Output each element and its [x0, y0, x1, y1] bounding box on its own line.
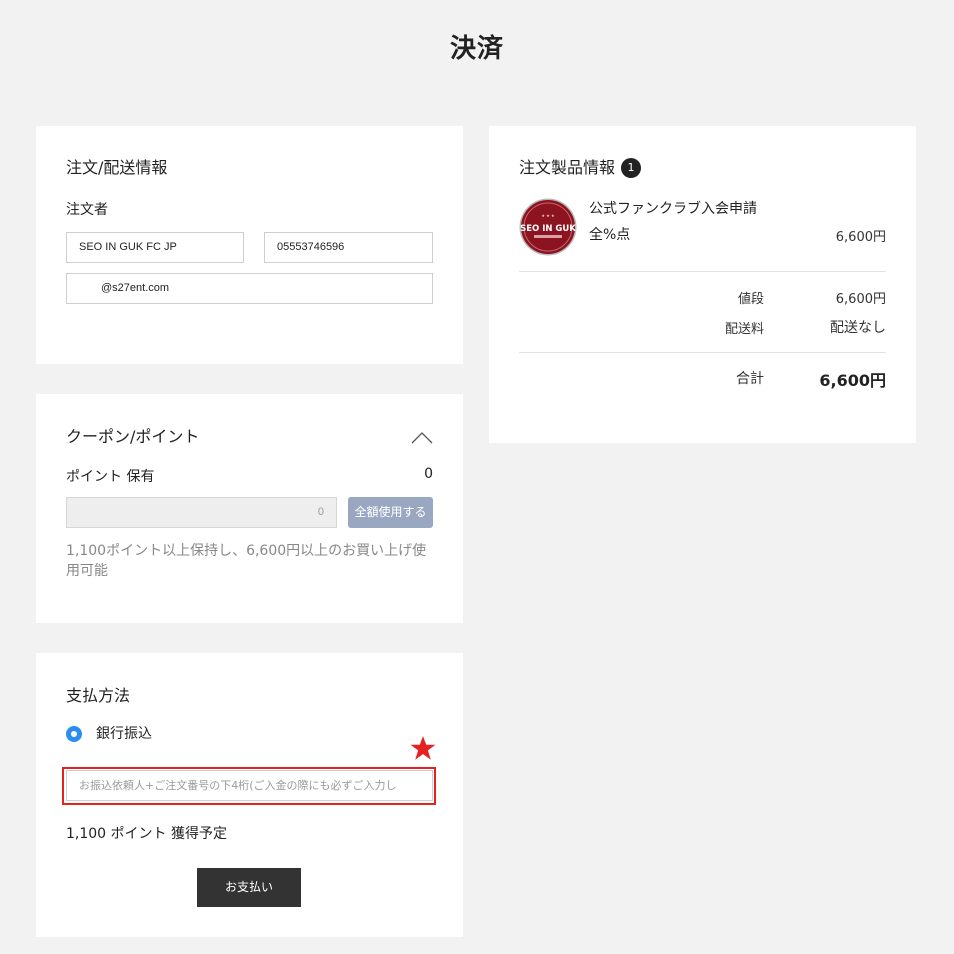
bank-transfer-label[interactable]: 銀行振込	[96, 723, 152, 743]
thumb-logo-text: SEO IN GUK	[520, 224, 576, 234]
use-all-points-button[interactable]: 全額使用する	[348, 497, 433, 528]
order-info-card: 注文/配送情報 注文者 SEO IN GUK FC JP 05553746596…	[36, 126, 463, 364]
orderer-label: 注文者	[66, 202, 108, 218]
star-icon	[410, 736, 436, 760]
pay-button[interactable]: お支払い	[197, 868, 301, 907]
total-value: 6,600円	[819, 371, 886, 390]
points-usage-note: 1,100ポイント以上保持し、6,600円以上のお買い上げ使用可能	[66, 543, 427, 579]
chevron-up-icon[interactable]	[411, 430, 433, 444]
radio-selected-icon[interactable]	[66, 726, 82, 742]
product-price: 6,600円	[835, 230, 886, 245]
orderer-name-field[interactable]: SEO IN GUK FC JP	[66, 232, 244, 263]
subtotal-label: 値段	[737, 292, 764, 307]
product-name: 公式ファンクラブ入会申請	[589, 201, 757, 217]
divider	[519, 271, 886, 272]
page-title: 決済	[449, 34, 504, 64]
product-info-title-text: 注文製品情報	[519, 158, 616, 177]
depositor-input[interactable]: お振込依頼人+ご注文番号の下4桁(ご入金の際にも必ずご入力し	[66, 770, 433, 801]
earn-points-text: 1,100 ポイント 獲得予定	[66, 826, 227, 842]
product-info-title: 注文製品情報 1	[519, 154, 642, 178]
product-count-badge: 1	[621, 158, 642, 178]
coupon-title: クーポン/ポイント	[66, 427, 200, 446]
shipping-value: 配送なし	[830, 320, 886, 336]
subtotal-value: 6,600円	[835, 292, 886, 307]
product-options: 全%点	[589, 227, 631, 243]
order-info-title: 注文/配送情報	[66, 158, 168, 177]
orderer-email-field[interactable]: @s27ent.com	[66, 273, 433, 304]
points-input[interactable]: 0	[66, 497, 337, 528]
divider	[519, 352, 886, 353]
orderer-phone-field[interactable]: 05553746596	[264, 232, 433, 263]
total-label: 合計	[736, 371, 764, 387]
points-label: ポイント 保有	[66, 469, 155, 485]
payment-card: 支払方法 銀行振込 お振込依頼人+ご注文番号の下4桁(ご入金の際にも必ずご入力し…	[36, 653, 463, 937]
points-balance: 0	[424, 466, 433, 482]
coupon-card: クーポン/ポイント ポイント 保有 0 0 全額使用する 1,100ポイント以上…	[36, 394, 463, 623]
product-card: 注文製品情報 1 ★ ★ ★ SEO IN GUK 公式ファンクラブ入会申請 全%…	[489, 126, 916, 443]
product-thumbnail: ★ ★ ★ SEO IN GUK	[519, 198, 577, 256]
shipping-label: 配送料	[724, 322, 764, 337]
payment-title: 支払方法	[66, 686, 131, 705]
svg-text:★ ★ ★: ★ ★ ★	[541, 213, 555, 218]
